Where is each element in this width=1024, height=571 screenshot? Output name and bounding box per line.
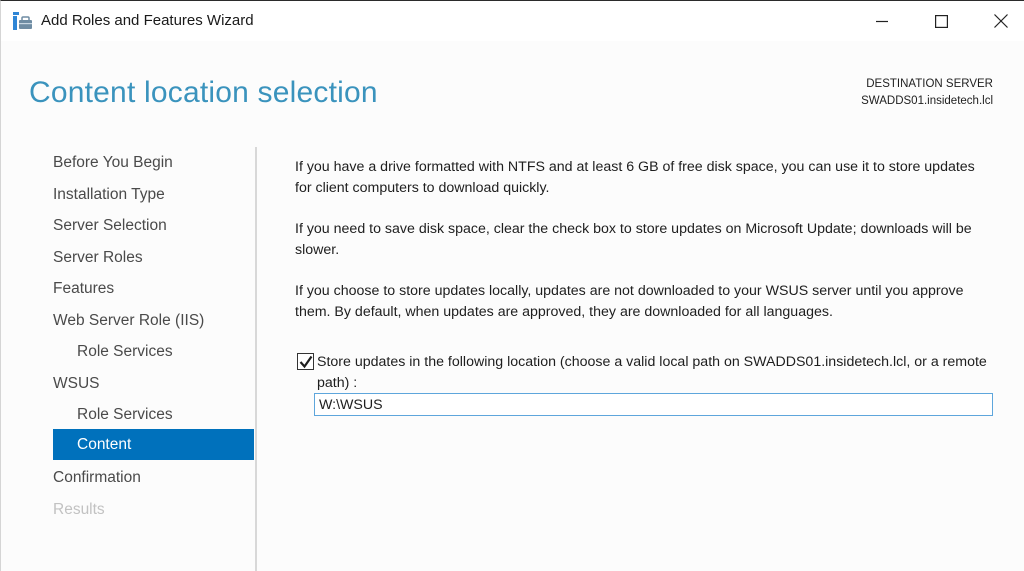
title-bar[interactable]: Add Roles and Features Wizard (1, 1, 1024, 41)
nav-item-iis-role-services[interactable]: Role Services (53, 336, 254, 367)
nav-item-confirmation[interactable]: Confirmation (53, 462, 254, 493)
info-paragraph: If you have a drive formatted with NTFS … (295, 159, 975, 196)
destination-server-label: DESTINATION SERVER (866, 78, 993, 90)
window-title: Add Roles and Features Wizard (41, 12, 254, 29)
minimize-icon (876, 15, 888, 27)
nav-item-server-roles[interactable]: Server Roles (53, 242, 254, 273)
nav-item-features[interactable]: Features (53, 273, 254, 304)
nav-item-content[interactable]: Content (53, 429, 254, 460)
nav-item-results: Results (53, 500, 105, 518)
destination-server-info: DESTINATION SERVER SWADDS01.insidetech.l… (861, 76, 993, 110)
destination-server-name: SWADDS01.insidetech.lcl (861, 95, 993, 107)
nav-item-wsus-role-services[interactable]: Role Services (53, 399, 254, 430)
nav-item-wsus[interactable]: WSUS (53, 368, 254, 399)
store-updates-checkbox[interactable] (297, 353, 314, 370)
nav-divider (255, 147, 257, 571)
wizard-steps-nav: Before You Begin Installation Type Serve… (1, 147, 256, 571)
page-title: Content location selection (29, 76, 378, 109)
nav-item-installation-type[interactable]: Installation Type (53, 179, 254, 210)
nav-item-web-server-role[interactable]: Web Server Role (IIS) (53, 305, 254, 336)
checkmark-icon (299, 355, 313, 369)
wizard-header: Content location selection DESTINATION S… (1, 41, 1024, 141)
maximize-button[interactable] (912, 1, 970, 41)
content-path-input[interactable] (314, 393, 993, 416)
nav-item-before-you-begin[interactable]: Before You Begin (53, 147, 254, 178)
close-icon (994, 14, 1008, 28)
server-manager-icon (13, 12, 33, 30)
info-paragraph: If you choose to store updates locally, … (295, 283, 964, 320)
nav-item-server-selection[interactable]: Server Selection (53, 210, 254, 241)
minimize-button[interactable] (853, 1, 911, 41)
info-paragraph: If you need to save disk space, clear th… (295, 221, 972, 258)
wizard-window: Add Roles and Features Wizard Content lo… (0, 0, 1024, 571)
close-button[interactable] (972, 1, 1024, 41)
maximize-icon (934, 14, 948, 28)
store-updates-label[interactable]: Store updates in the following location … (317, 352, 997, 393)
content-description: If you have a drive formatted with NTFS … (295, 157, 995, 343)
